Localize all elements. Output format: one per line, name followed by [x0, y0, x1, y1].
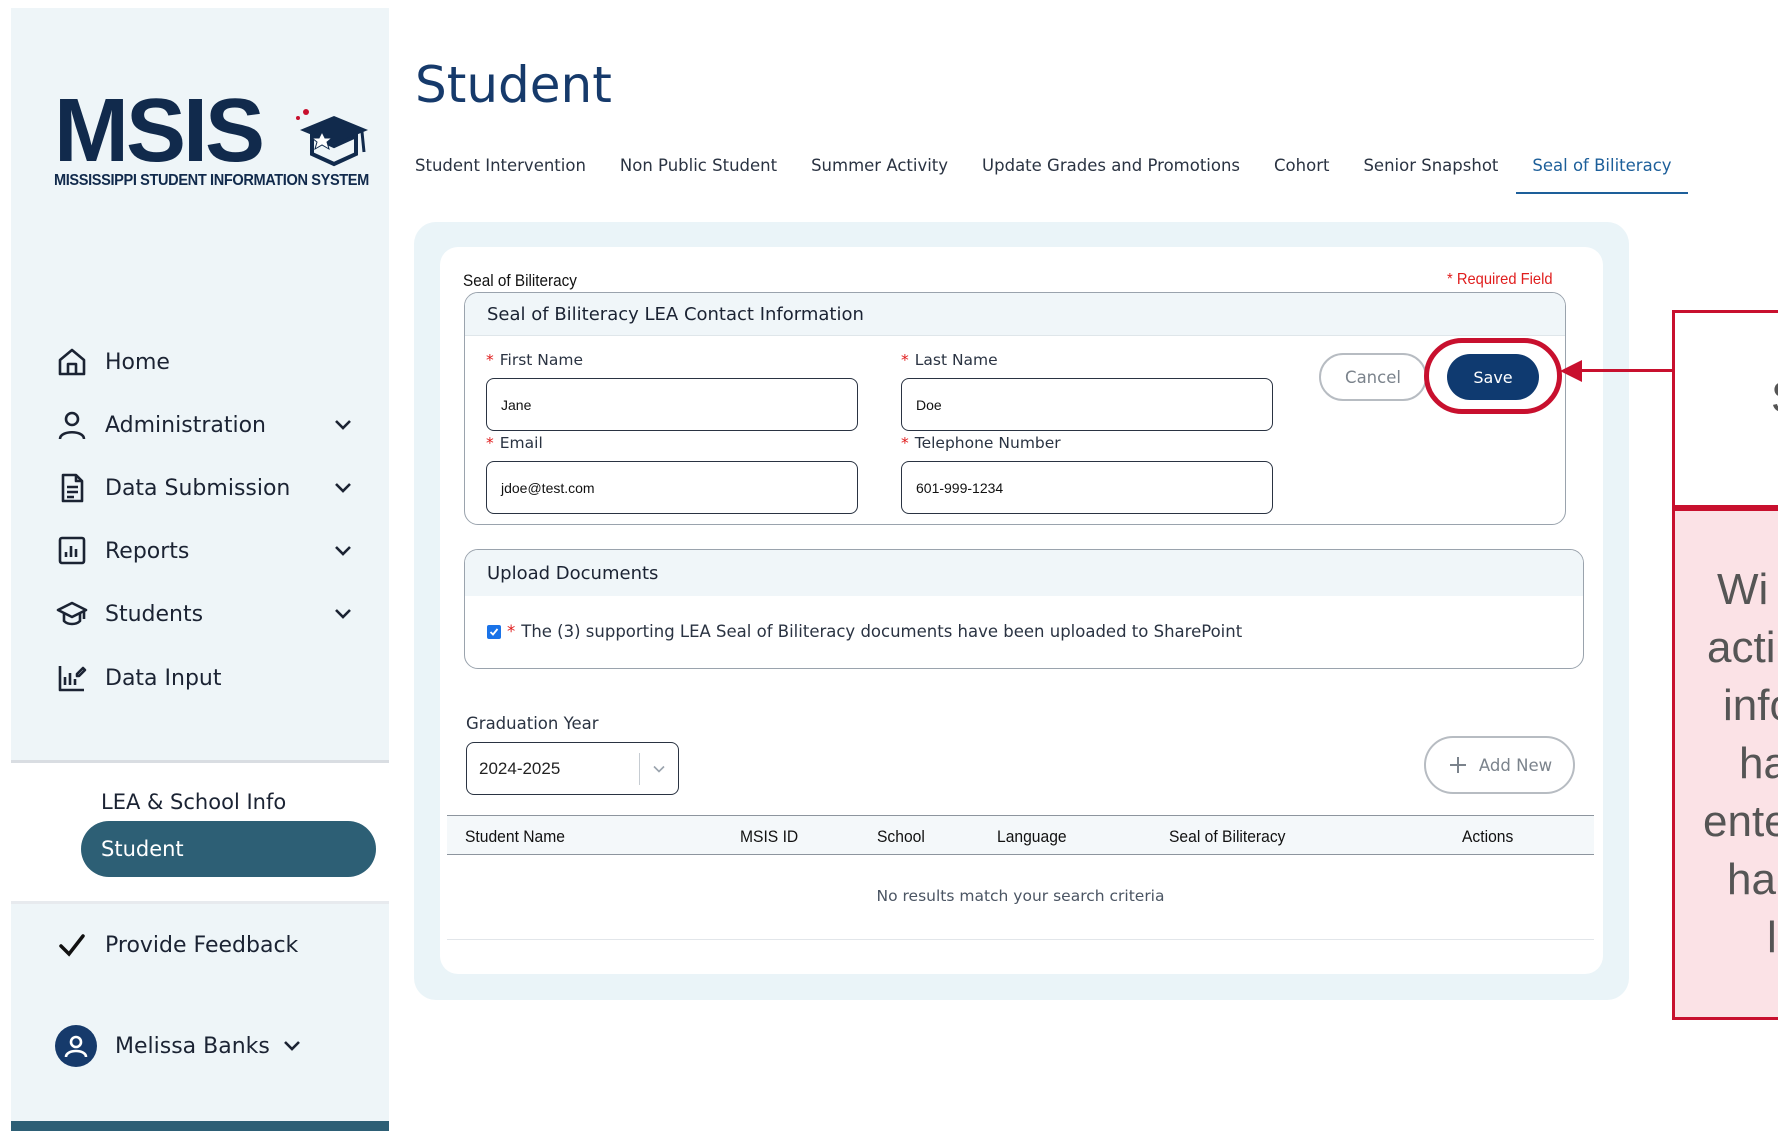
sidebar-item-data-submission[interactable]: Data Submission: [55, 468, 375, 508]
chevron-down-icon: [335, 420, 351, 430]
sidebar-item-data-input[interactable]: Data Input: [55, 658, 375, 698]
user-icon: [55, 408, 89, 442]
tab-cohort[interactable]: Cohort: [1274, 154, 1329, 194]
submenu-item-student[interactable]: Student: [81, 821, 376, 877]
column-header-school[interactable]: School: [877, 827, 925, 847]
callout-line: ente: [1703, 797, 1778, 846]
column-header-actions: Actions: [1462, 827, 1514, 846]
sidebar-item-reports[interactable]: Reports: [55, 531, 375, 571]
checkmark-icon: [55, 928, 89, 962]
graduation-year-value: 2024-2025: [479, 758, 561, 778]
sidebar-item-label: Home: [105, 349, 170, 375]
telephone-label: * Telephone Number: [901, 434, 1061, 452]
email-field[interactable]: jdoe@test.com: [486, 461, 858, 514]
upload-confirmation-row: * The (3) supporting LEA Seal of Biliter…: [487, 622, 1242, 641]
add-new-label: Add New: [1478, 755, 1553, 775]
callout-line: Wi: [1717, 565, 1769, 614]
user-name: Melissa Banks: [115, 1033, 270, 1059]
last-name-field[interactable]: Doe: [901, 378, 1273, 431]
sidebar: MSIS MISSISSIPPI STUDENT INFORMATION SYS…: [11, 8, 389, 1131]
sidebar-item-label: Data Input: [105, 665, 222, 691]
table-header: Student Name MSIS ID School Language Sea…: [447, 815, 1594, 855]
callout-box-top: S: [1672, 310, 1778, 508]
avatar: [55, 1025, 97, 1067]
sidebar-item-label: Data Submission: [105, 475, 291, 501]
callout-line: ha: [1727, 855, 1776, 904]
column-header-student-name[interactable]: Student Name: [465, 827, 565, 847]
data-input-icon: [55, 661, 89, 695]
callout-arrow-line: [1580, 369, 1674, 372]
upload-confirmation-checkbox[interactable]: [487, 624, 501, 639]
callout-line: acti: [1707, 623, 1776, 672]
chevron-down-icon: [335, 609, 351, 619]
table-body: No results match your search criteria: [447, 855, 1594, 940]
tab-seal-of-biliteracy[interactable]: Seal of Biliteracy: [1516, 154, 1688, 194]
contact-info-heading: Seal of Biliteracy LEA Contact Informati…: [465, 293, 1565, 336]
required-field-note: * Required Field: [1447, 271, 1553, 288]
callout-line: info: [1723, 681, 1778, 730]
chevron-down-icon: [640, 762, 678, 776]
graduation-year-label: Graduation Year: [466, 714, 599, 733]
students-table: Student Name MSIS ID School Language Sea…: [447, 815, 1594, 940]
chevron-down-icon: [283, 1041, 300, 1051]
email-label: * Email: [486, 434, 543, 452]
last-name-label: * Last Name: [901, 351, 998, 369]
msis-logo[interactable]: MSIS MISSISSIPPI STUDENT INFORMATION SYS…: [54, 81, 369, 196]
tab-senior-snapshot[interactable]: Senior Snapshot: [1363, 154, 1498, 194]
chevron-down-icon: [335, 546, 351, 556]
section-label: Seal of Biliteracy: [463, 271, 577, 290]
logo-text: MSIS: [54, 81, 265, 181]
tab-update-grades-promotions[interactable]: Update Grades and Promotions: [982, 154, 1240, 194]
user-menu[interactable]: Melissa Banks: [55, 1025, 302, 1067]
sidebar-item-administration[interactable]: Administration: [55, 405, 375, 445]
checkmark-icon: [489, 627, 499, 636]
graduation-cap-logo-icon: [296, 109, 368, 167]
callout-box-bottom: Wi acti info ha ente ha l: [1672, 508, 1778, 1020]
sidebar-item-home[interactable]: Home: [55, 342, 375, 382]
provide-feedback-label: Provide Feedback: [105, 932, 299, 958]
column-header-language[interactable]: Language: [997, 827, 1067, 847]
chevron-down-icon: [335, 483, 351, 493]
callout-arrow-head: [1560, 360, 1582, 382]
sidebar-item-label: Students: [105, 601, 204, 627]
first-name-label: * First Name: [486, 351, 584, 369]
submenu-item-lea-school-info[interactable]: LEA & School Info: [101, 790, 286, 814]
tab-student-intervention[interactable]: Student Intervention: [415, 154, 586, 194]
empty-table-message: No results match your search criteria: [876, 887, 1165, 905]
logo-subtitle: MISSISSIPPI STUDENT INFORMATION SYSTEM: [54, 172, 369, 189]
page-title: Student: [415, 56, 612, 114]
cancel-button[interactable]: Cancel: [1319, 353, 1427, 401]
home-icon: [55, 345, 89, 379]
add-new-button[interactable]: Add New: [1424, 736, 1575, 794]
graduation-cap-icon: [55, 597, 89, 631]
upload-documents-section: Upload Documents * The (3) supporting LE…: [464, 549, 1584, 669]
data-input-submenu: LEA & School Info Student: [11, 760, 389, 904]
tab-non-public-student[interactable]: Non Public Student: [620, 154, 777, 194]
sidebar-item-students[interactable]: Students: [55, 594, 375, 634]
chart-icon: [55, 534, 89, 568]
callout-line: ha: [1739, 739, 1778, 788]
column-header-seal-of-biliteracy[interactable]: Seal of Biliteracy: [1169, 827, 1285, 847]
first-name-field[interactable]: Jane: [486, 378, 858, 431]
tab-bar: Student Intervention Non Public Student …: [415, 154, 1722, 194]
upload-documents-heading: Upload Documents: [465, 550, 1583, 596]
plus-icon: [1449, 757, 1466, 773]
callout-line: l: [1767, 913, 1777, 962]
callout-top-text: S: [1771, 373, 1778, 423]
tab-summer-activity[interactable]: Summer Activity: [811, 154, 948, 194]
required-star: *: [507, 622, 516, 641]
sidebar-bottom-bar: [11, 1121, 389, 1131]
save-button[interactable]: Save: [1447, 354, 1539, 400]
sidebar-item-label: Administration: [105, 412, 266, 438]
column-header-msis-id[interactable]: MSIS ID: [740, 827, 798, 847]
sidebar-item-label: Reports: [105, 538, 190, 564]
document-icon: [55, 471, 89, 505]
graduation-year-select[interactable]: 2024-2025: [466, 742, 679, 795]
provide-feedback-link[interactable]: Provide Feedback: [55, 928, 298, 962]
telephone-field[interactable]: 601-999-1234: [901, 461, 1273, 514]
upload-confirmation-text: The (3) supporting LEA Seal of Biliterac…: [521, 622, 1243, 641]
